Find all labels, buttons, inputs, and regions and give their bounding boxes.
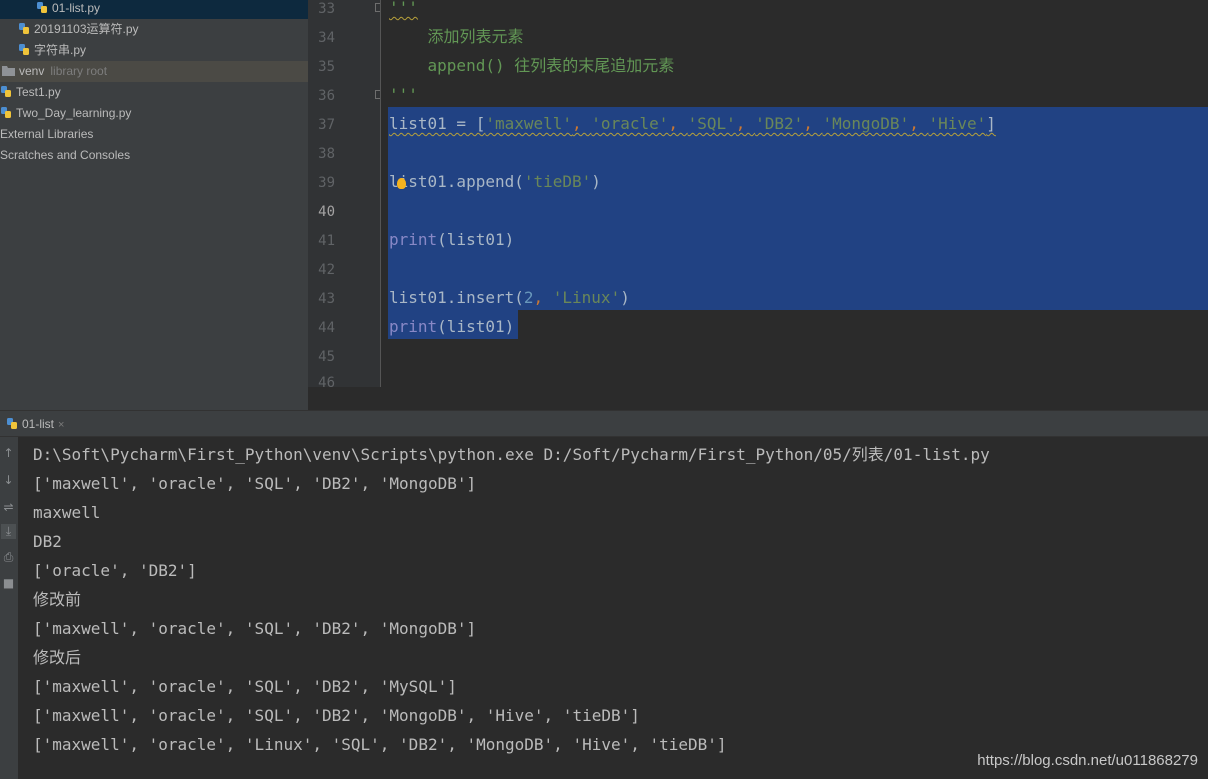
console-line: ['maxwell', 'oracle', 'SQL', 'DB2', 'Mon… bbox=[33, 619, 477, 638]
python-run-icon bbox=[7, 418, 17, 430]
soft-wrap-icon[interactable]: ⇌ bbox=[1, 500, 16, 515]
folder-icon bbox=[2, 66, 15, 77]
console-line: ['maxwell', 'oracle', 'SQL', 'DB2', 'Mon… bbox=[33, 706, 640, 725]
console-line: ['maxwell', 'oracle', 'SQL', 'DB2', 'Mon… bbox=[33, 474, 477, 493]
editor-bottom-area bbox=[308, 387, 1208, 410]
line-number: 44 bbox=[318, 320, 335, 336]
console-line: maxwell bbox=[33, 503, 101, 522]
line-number: 35 bbox=[318, 59, 335, 75]
line-number: 43 bbox=[318, 291, 335, 307]
python-file-icon bbox=[19, 44, 29, 56]
tree-item-operators[interactable]: 20191103运算符.py bbox=[0, 19, 308, 40]
console-line: ['maxwell', 'oracle', 'Linux', 'SQL', 'D… bbox=[33, 735, 727, 754]
tree-item-external-libraries[interactable]: External Libraries bbox=[0, 124, 308, 145]
editor-gutter[interactable]: 33 34 35 36 37 38 39 40 41 42 43 44 45 4… bbox=[308, 0, 380, 387]
tab-label: 01-list bbox=[22, 417, 55, 431]
console-line: 修改后 bbox=[33, 648, 82, 667]
line-number: 37 bbox=[318, 117, 335, 133]
tree-item-label: Scratches and Consoles bbox=[0, 148, 131, 162]
python-file-icon bbox=[1, 107, 11, 119]
console-line: ['oracle', 'DB2'] bbox=[33, 561, 197, 580]
arrow-up-icon[interactable]: ↑ bbox=[1, 446, 16, 461]
tab-01-list[interactable]: 01-list × bbox=[6, 413, 64, 435]
console-line: 修改前 bbox=[33, 590, 82, 609]
tree-item-01-list[interactable]: 01-list.py bbox=[0, 0, 308, 19]
run-toolbar: ↑ ↓ ⇌ ⤓ ⎙ ■ bbox=[0, 437, 18, 779]
run-tab-bar: 01-list × bbox=[0, 410, 1208, 437]
code-line-35: append() 往列表的末尾追加元素 bbox=[389, 56, 675, 75]
library-root-label: library root bbox=[50, 64, 108, 78]
code-line-43: list01.insert(2, 'Linux') bbox=[389, 288, 630, 307]
python-file-icon bbox=[37, 2, 47, 14]
console-line: ['maxwell', 'oracle', 'SQL', 'DB2', 'MyS… bbox=[33, 677, 457, 696]
watermark-text: https://blog.csdn.net/u011868279 bbox=[977, 752, 1198, 769]
python-file-icon bbox=[1, 86, 11, 98]
tree-item-two-day-learning[interactable]: Two_Day_learning.py bbox=[0, 103, 308, 124]
tree-item-label: 字符串.py bbox=[34, 43, 87, 57]
line-number-current: 40 bbox=[318, 204, 335, 220]
code-line-41: print(list01) bbox=[389, 230, 515, 249]
tree-item-label: 20191103运算符.py bbox=[34, 22, 139, 36]
line-number: 46 bbox=[318, 375, 335, 387]
intention-bulb-icon[interactable] bbox=[397, 178, 406, 189]
console-line: D:\Soft\Pycharm\First_Python\venv\Script… bbox=[33, 445, 990, 464]
tree-item-label: venv bbox=[19, 64, 45, 78]
line-number: 33 bbox=[318, 1, 335, 17]
line-number: 45 bbox=[318, 349, 335, 365]
tree-item-test1[interactable]: Test1.py bbox=[0, 82, 308, 103]
code-editor[interactable]: ''' 添加列表元素 append() 往列表的末尾追加元素 ''' list0… bbox=[381, 0, 1208, 387]
scroll-to-end-icon[interactable]: ⤓ bbox=[1, 524, 16, 539]
tree-item-scratches[interactable]: Scratches and Consoles bbox=[0, 145, 308, 166]
console-line: DB2 bbox=[33, 532, 62, 551]
code-line-37: list01 = ['maxwell', 'oracle', 'SQL', 'D… bbox=[389, 114, 996, 133]
line-number: 41 bbox=[318, 233, 335, 249]
tree-item-venv[interactable]: venv library root bbox=[0, 61, 308, 82]
tree-item-label: External Libraries bbox=[0, 127, 94, 141]
tree-item-label: Test1.py bbox=[16, 85, 61, 99]
code-line-36: ''' bbox=[389, 85, 418, 104]
line-number: 34 bbox=[318, 30, 335, 46]
print-icon[interactable]: ⎙ bbox=[1, 550, 16, 565]
code-line-34: 添加列表元素 bbox=[389, 27, 524, 46]
code-line-39: list01.append('tieDB') bbox=[389, 172, 601, 191]
line-number: 38 bbox=[318, 146, 335, 162]
line-number: 36 bbox=[318, 88, 335, 104]
code-line-44: print(list01) bbox=[389, 317, 515, 336]
line-number: 39 bbox=[318, 175, 335, 191]
close-icon[interactable]: × bbox=[58, 419, 64, 431]
tree-item-string[interactable]: 字符串.py bbox=[0, 40, 308, 61]
code-line-33: ''' bbox=[389, 0, 418, 17]
tree-item-label: 01-list.py bbox=[52, 1, 101, 15]
project-tool-window: 01-list.py 20191103运算符.py 字符串.py venv lib… bbox=[0, 0, 308, 410]
tree-item-label: Two_Day_learning.py bbox=[16, 106, 132, 120]
console-output[interactable]: D:\Soft\Pycharm\First_Python\venv\Script… bbox=[18, 437, 1208, 779]
python-file-icon bbox=[19, 23, 29, 35]
trash-icon[interactable]: ■ bbox=[1, 576, 16, 591]
line-number: 42 bbox=[318, 262, 335, 278]
arrow-down-icon[interactable]: ↓ bbox=[1, 473, 16, 488]
